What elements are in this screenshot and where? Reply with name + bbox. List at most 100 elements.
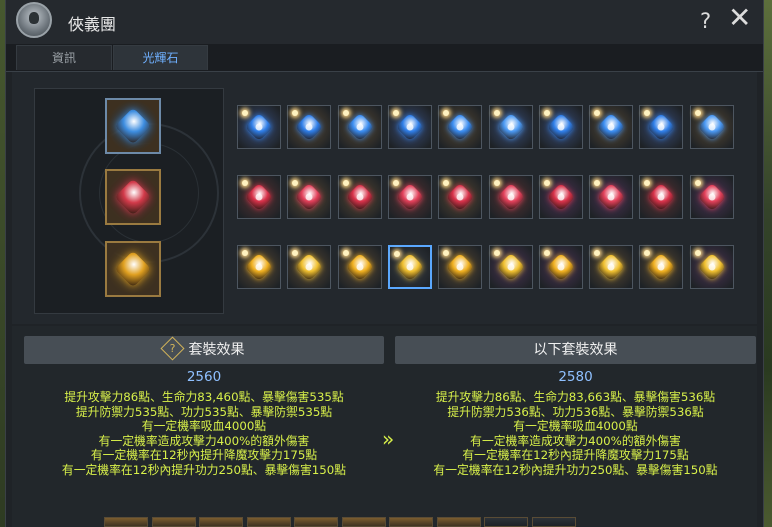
- gem-glint-icon: [305, 193, 313, 201]
- blue-soulstone-item[interactable]: [388, 105, 432, 149]
- red-soulstone-item[interactable]: [287, 175, 331, 219]
- gem-glint-icon: [507, 193, 515, 201]
- sparkle-icon: [695, 180, 701, 186]
- gem-glint-icon: [607, 123, 615, 131]
- tab-soulstone[interactable]: 光輝石: [113, 45, 208, 70]
- blue-soulstone-item[interactable]: [237, 105, 281, 149]
- close-button[interactable]: ✕: [728, 4, 751, 32]
- window-title: 俠義團: [68, 15, 117, 34]
- sparkle-icon: [242, 180, 248, 186]
- sparkle-icon: [695, 250, 701, 256]
- help-button[interactable]: ?: [700, 9, 711, 33]
- gold-soulstone-icon: [114, 250, 152, 288]
- gold-soulstone-item[interactable]: [690, 245, 734, 289]
- bottom-item-slot[interactable]: [199, 517, 243, 527]
- help-diamond-icon[interactable]: ?: [159, 335, 185, 361]
- set-effect-list: 提升攻擊力86點、生命力83,460點、暴擊傷害535點 提升防禦力535點、功…: [24, 390, 384, 477]
- gold-soulstone-item[interactable]: [589, 245, 633, 289]
- red-soulstone-item[interactable]: [539, 175, 583, 219]
- sparkle-icon: [343, 250, 349, 256]
- red-soulstone-item[interactable]: [690, 175, 734, 219]
- gold-soulstone-item[interactable]: [388, 245, 432, 289]
- blue-soulstone-item[interactable]: [287, 105, 331, 149]
- red-soulstone-item[interactable]: [639, 175, 683, 219]
- red-soulstone-item[interactable]: [338, 175, 382, 219]
- red-soulstone-icon: [114, 178, 152, 216]
- gem-glint-icon: [557, 193, 565, 201]
- gold-soulstone-item[interactable]: [539, 245, 583, 289]
- gem-glint-icon: [406, 123, 414, 131]
- effect-line: 有一定機率造成攻擊力400%的額外傷害: [470, 433, 681, 448]
- sparkle-icon: [443, 180, 449, 186]
- gem-glint-icon: [356, 263, 364, 271]
- bottom-item-slot[interactable]: [342, 517, 386, 527]
- gem-glint-icon: [607, 193, 615, 201]
- red-soulstone-item[interactable]: [388, 175, 432, 219]
- clan-window: 俠義團 ? ✕ 資訊 光輝石 ? 套裝效果 以下套裝效果 2560 2580 提升…: [5, 0, 764, 527]
- sparkle-icon: [644, 180, 650, 186]
- tab-info[interactable]: 資訊: [16, 45, 112, 70]
- sparkle-icon: [292, 110, 298, 116]
- bottom-item-slot[interactable]: [104, 517, 148, 527]
- set-effect-header[interactable]: ? 套裝效果: [24, 335, 384, 364]
- sparkle-icon: [393, 110, 399, 116]
- socket-slot-2[interactable]: [105, 169, 161, 225]
- gold-soulstone-item[interactable]: [338, 245, 382, 289]
- bottom-item-slot[interactable]: [532, 517, 576, 527]
- sparkle-icon: [242, 110, 248, 116]
- gem-glint-icon: [456, 123, 464, 131]
- sparkle-icon: [343, 110, 349, 116]
- gold-soulstone-item[interactable]: [287, 245, 331, 289]
- red-soulstone-item[interactable]: [438, 175, 482, 219]
- set-effect-panel: ? 套裝效果 以下套裝效果 2560 2580 提升攻擊力86點、生命力83,46…: [12, 326, 757, 527]
- set-effect-header-label: 套裝效果: [188, 342, 245, 358]
- gem-glint-icon: [657, 193, 665, 201]
- effect-line: 提升攻擊力86點、生命力83,663點、暴擊傷害536點: [435, 390, 716, 404]
- next-score: 2580: [558, 369, 593, 385]
- gem-glint-icon: [406, 263, 414, 271]
- red-soulstone-item[interactable]: [237, 175, 281, 219]
- effect-line: 有一定機率在12秒內提升降魔攻擊力175點: [90, 448, 318, 462]
- double-chevron-right-icon: »: [382, 427, 395, 451]
- blue-soulstone-item[interactable]: [539, 105, 583, 149]
- gem-glint-icon: [356, 123, 364, 131]
- tab-bar: 資訊 光輝石: [6, 44, 763, 72]
- gold-soulstone-item[interactable]: [438, 245, 482, 289]
- blue-soulstone-item[interactable]: [639, 105, 683, 149]
- effect-line: 提升攻擊力86點、生命力83,460點、暴擊傷害535點: [64, 390, 344, 404]
- gold-soulstone-item[interactable]: [639, 245, 683, 289]
- next-set-effect-header[interactable]: 以下套裝效果: [395, 336, 756, 364]
- sparkle-icon: [644, 110, 650, 116]
- effect-line: 有一定機率吸血4000點: [513, 419, 638, 433]
- sparkle-icon: [494, 110, 500, 116]
- bottom-item-slot[interactable]: [389, 517, 433, 527]
- gem-glint-icon: [255, 123, 263, 131]
- sparkle-icon: [343, 180, 349, 186]
- sparkle-icon: [242, 250, 248, 256]
- sparkle-icon: [292, 180, 298, 186]
- socket-slot-3[interactable]: [105, 241, 161, 297]
- bottom-item-slot[interactable]: [247, 517, 291, 527]
- bottom-item-slot[interactable]: [294, 517, 338, 527]
- gem-glint-icon: [557, 263, 565, 271]
- bottom-item-slot[interactable]: [152, 517, 196, 527]
- gem-glint-icon: [657, 123, 665, 131]
- bottom-item-slot[interactable]: [437, 517, 481, 527]
- red-soulstone-item[interactable]: [589, 175, 633, 219]
- socket-slot-1[interactable]: [105, 98, 161, 154]
- blue-soulstone-item[interactable]: [438, 105, 482, 149]
- gold-soulstone-item[interactable]: [237, 245, 281, 289]
- blue-soulstone-item[interactable]: [489, 105, 533, 149]
- gem-glint-icon: [456, 263, 464, 271]
- gold-soulstone-item[interactable]: [489, 245, 533, 289]
- gem-glint-icon: [557, 123, 565, 131]
- sparkle-icon: [292, 250, 298, 256]
- red-soulstone-item[interactable]: [489, 175, 533, 219]
- gem-glint-icon: [708, 123, 716, 131]
- blue-soulstone-item[interactable]: [338, 105, 382, 149]
- bottom-item-slot[interactable]: [484, 517, 528, 527]
- blue-soulstone-item[interactable]: [690, 105, 734, 149]
- blue-soulstone-item[interactable]: [589, 105, 633, 149]
- window-header: 俠義團 ? ✕: [6, 0, 763, 44]
- gem-glint-icon: [356, 193, 364, 201]
